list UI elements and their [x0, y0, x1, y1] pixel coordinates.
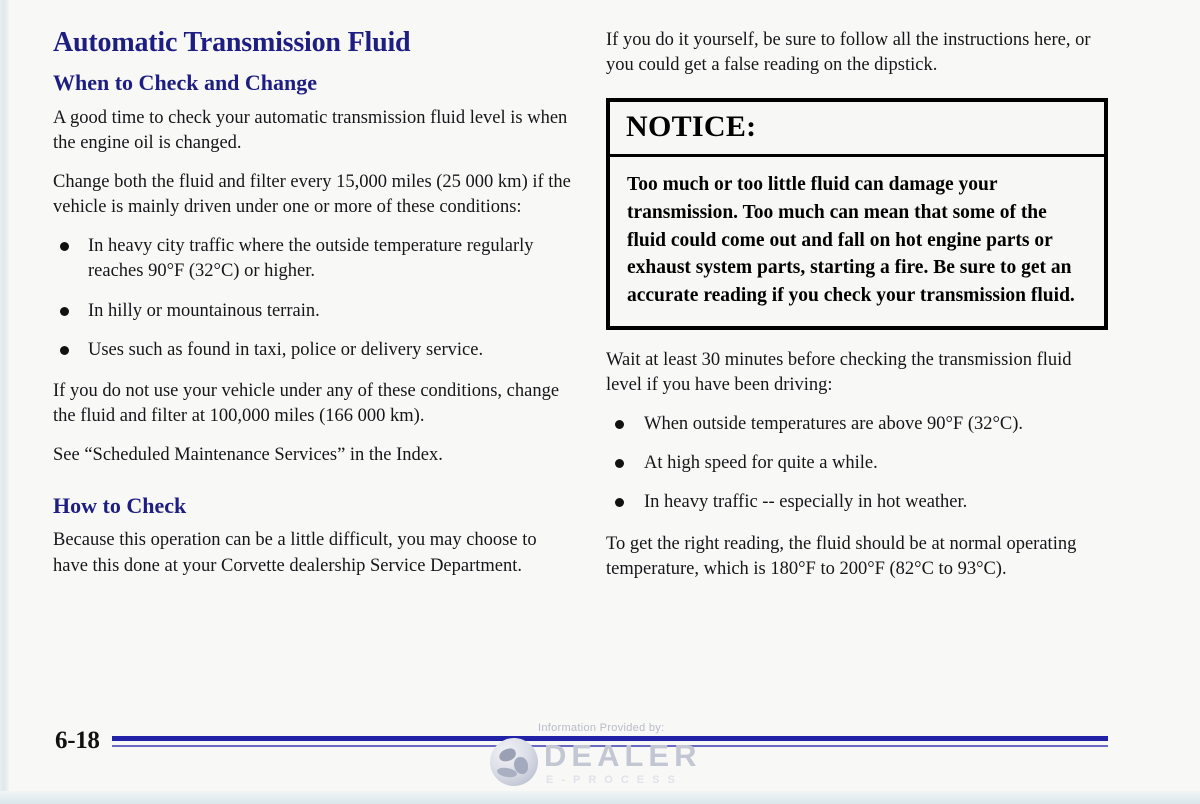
watermark-subtext: E-PROCESS [546, 774, 683, 786]
conditions-list: In heavy city traffic where the outside … [53, 234, 573, 363]
list-item-text: In heavy traffic -- especially in hot we… [644, 492, 968, 513]
paragraph-change-interval: Change both the fluid and filter every 1… [53, 171, 571, 218]
paragraph-do-it-yourself: If you do it yourself, be sure to follow… [606, 30, 1091, 76]
list-item-text: At high speed for quite a while. [644, 453, 878, 474]
paragraph-no-conditions: If you do not use your vehicle under any… [53, 380, 560, 426]
list-item: In hilly or mountainous terrain. [53, 299, 573, 324]
bullet-dot-icon [60, 242, 69, 252]
watermark-caption: Information Provided by: [538, 722, 665, 734]
notice-label: NOTICE: [626, 110, 757, 144]
bullet-dot-icon [615, 420, 624, 430]
list-item: At high speed for quite a while. [606, 451, 1111, 476]
left-column: Automatic Transmission Fluid When to Che… [53, 28, 573, 593]
notice-text: Too much or too little fluid can damage … [627, 174, 1075, 307]
bullet-dot-icon [615, 459, 624, 469]
paragraph-see-index: See “Scheduled Maintenance Services” in … [53, 445, 443, 466]
notice-box: NOTICE: Too much or too little fluid can… [606, 98, 1108, 330]
paragraph-dealership: Because this operation can be a little d… [53, 530, 537, 576]
notice-header: NOTICE: [610, 102, 1104, 158]
list-item-text: In heavy city traffic where the outside … [88, 236, 534, 282]
paragraph-right-reading: To get the right reading, the fluid shou… [606, 533, 1077, 579]
bullet-dot-icon [615, 498, 624, 508]
watermark-wordmark: DEALER [544, 738, 702, 773]
paragraph-wait-30-minutes: Wait at least 30 minutes before checking… [606, 349, 1072, 395]
page-number: 6-18 [55, 727, 100, 754]
globe-icon [490, 738, 538, 786]
list-item: In heavy city traffic where the outside … [53, 234, 573, 284]
list-item-text: In hilly or mountainous terrain. [88, 300, 320, 321]
notice-body: Too much or too little fluid can damage … [610, 157, 1104, 325]
list-item-text: When outside temperatures are above 90°F… [644, 414, 1024, 435]
bullet-dot-icon [60, 306, 69, 316]
list-item: When outside temperatures are above 90°F… [606, 412, 1111, 437]
bullet-dot-icon [60, 345, 69, 355]
paragraph-good-time: A good time to check your automatic tran… [53, 107, 568, 153]
list-item: Uses such as found in taxi, police or de… [53, 338, 573, 363]
list-item-text: Uses such as found in taxi, police or de… [88, 339, 484, 360]
section-heading-how-to-check: How to Check [53, 493, 187, 519]
scan-edge-left [0, 0, 9, 804]
list-item: In heavy traffic -- especially in hot we… [606, 490, 1111, 515]
driving-conditions-list: When outside temperatures are above 90°F… [606, 412, 1111, 515]
page-title: Automatic Transmission Fluid [53, 27, 411, 58]
watermark: Information Provided by: DEALER E-PROCES… [486, 722, 716, 794]
right-column: If you do it yourself, be sure to follow… [606, 28, 1111, 596]
section-heading-when-to-check: When to Check and Change [53, 70, 318, 96]
